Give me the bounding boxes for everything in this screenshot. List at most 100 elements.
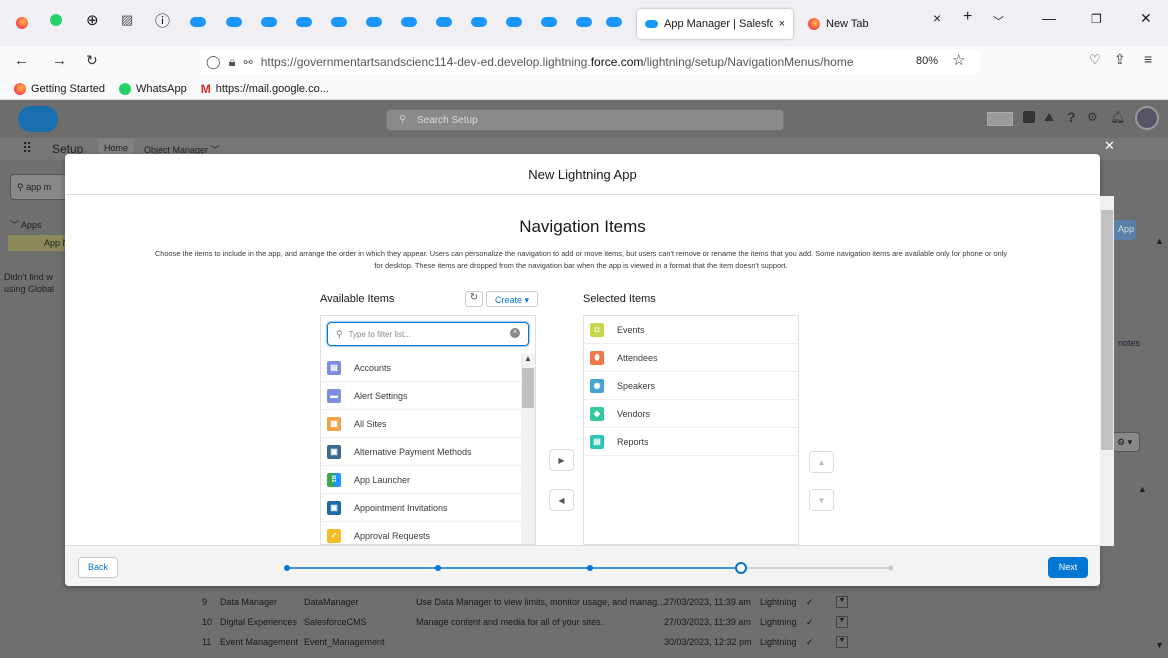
tab-close-icon[interactable]: × [779, 18, 785, 30]
salesforce-pinned-icon[interactable] [296, 17, 312, 27]
next-button[interactable]: Next [1048, 557, 1088, 578]
zoom-level[interactable]: 80% [916, 55, 938, 67]
list-item[interactable]: ▤ Accounts [321, 354, 521, 382]
salesforce-pinned-icon[interactable] [401, 17, 417, 27]
lock-icon[interactable]: 🔒︎ [229, 54, 236, 70]
app-label[interactable]: Event Management [216, 637, 304, 647]
app-launcher-icon[interactable]: ⠿ [22, 140, 32, 157]
table-row[interactable]: 10 Digital Experiences SalesforceCMS Man… [188, 612, 888, 632]
trailhead-icon[interactable]: ⛰ [1044, 110, 1054, 125]
bookmark-gmail[interactable]: Mhttps://mail.google.co... [201, 82, 329, 96]
window-close-icon[interactable]: ✕ [1140, 10, 1152, 27]
globe-pinned-icon[interactable]: ⊕ [86, 11, 99, 29]
tab-app-manager[interactable]: App Manager | Salesforc × [637, 9, 793, 39]
list-item[interactable]: ⠿ App Launcher [321, 466, 521, 494]
list-item[interactable]: ▣ Alternative Payment Methods [321, 438, 521, 466]
image-pinned-icon[interactable]: ▨ [121, 12, 133, 28]
salesforce-pinned-icon[interactable] [261, 17, 277, 27]
scroll-up-icon[interactable]: ▲ [1155, 236, 1164, 246]
bookmark-whatsapp[interactable]: WhatsApp [119, 82, 187, 95]
notes-link[interactable]: notes [1118, 338, 1140, 348]
url-bar[interactable]: ◯ 🔒︎ ⚯ https://governmentartsandscienc11… [200, 50, 980, 74]
menu-icon[interactable]: ≡ [1144, 51, 1152, 67]
move-right-button[interactable]: ▶ [549, 449, 574, 471]
new-tab-button[interactable]: + [963, 8, 972, 26]
filter-input[interactable]: ⚲ Type to filter list... × [327, 322, 529, 346]
setup-search-input[interactable]: ⚲ Search Setup [386, 109, 784, 131]
progress-step-complete[interactable] [587, 565, 593, 571]
avatar[interactable] [1135, 106, 1159, 130]
list-item[interactable]: ▦ All Sites [321, 410, 521, 438]
back-button[interactable]: Back [78, 557, 118, 578]
extensions-icon[interactable]: ⇪ [1114, 51, 1126, 68]
setup-gear-icon[interactable]: ⚙ [1087, 110, 1098, 124]
list-tabs-icon[interactable]: ﹀ [993, 13, 1004, 29]
list-item[interactable]: ▬ Alert Settings [321, 382, 521, 410]
progress-step-complete[interactable] [284, 565, 290, 571]
salesforce-pinned-icon[interactable] [331, 17, 347, 27]
reload-icon[interactable]: ↻ [86, 52, 98, 69]
notification-bell-icon[interactable]: 🔔︎ [1110, 110, 1125, 124]
salesforce-pinned-icon[interactable] [436, 17, 452, 27]
row-actions-icon[interactable]: ▼ [836, 636, 848, 648]
app-label[interactable]: Data Manager [216, 597, 304, 607]
move-up-button[interactable]: ▲ [809, 451, 834, 473]
tree-section-apps[interactable]: ﹀ Apps [10, 218, 42, 231]
row-actions-icon[interactable]: ▼ [836, 616, 848, 628]
minimize-icon[interactable]: — [1042, 10, 1056, 26]
list-item[interactable]: ✓ Approval Requests [321, 522, 521, 545]
app-label[interactable]: Digital Experiences [216, 617, 304, 627]
list-item[interactable]: ▤ Reports [584, 428, 798, 456]
table-row[interactable]: 9 Data Manager DataManager Use Data Mana… [188, 592, 888, 612]
salesforce-pinned-icon[interactable] [506, 17, 522, 27]
list-item[interactable]: ▣ Appointment Invitations [321, 494, 521, 522]
pocket-icon[interactable]: ♡ [1089, 52, 1101, 68]
table-row[interactable]: 11 Event Management Event_Management 30/… [188, 632, 888, 652]
create-dropdown-button[interactable]: Create ▾ [486, 291, 538, 307]
list-item[interactable]: ⬮ Attendees [584, 344, 798, 372]
clear-icon[interactable]: × [510, 328, 520, 338]
tab-new-tab[interactable]: New Tab [800, 9, 926, 39]
list-view-gear-icon[interactable]: ⚙ ▾ [1112, 432, 1140, 452]
whatsapp-pinned-icon[interactable] [50, 14, 62, 26]
salesforce-pinned-icon[interactable] [471, 17, 487, 27]
shield-icon[interactable]: ◯ [206, 54, 221, 70]
refresh-icon[interactable]: ↻ [465, 291, 483, 307]
scroll-down-icon[interactable]: ▼ [1155, 640, 1164, 650]
permissions-icon[interactable]: ⚯ [243, 56, 252, 69]
salesforce-pinned-icon[interactable] [541, 17, 557, 27]
favorites-icon[interactable] [987, 112, 1013, 126]
available-list-scrollbar[interactable]: ▲ [521, 354, 535, 544]
firefox-icon[interactable] [16, 17, 28, 29]
tab-close-icon[interactable]: × [933, 10, 941, 26]
scroll-up-icon[interactable]: ▲ [524, 354, 532, 363]
move-down-button[interactable]: ▼ [809, 489, 834, 511]
info-pinned-icon[interactable]: ⓘ [155, 10, 170, 31]
list-item[interactable]: ◉ Speakers [584, 372, 798, 400]
progress-step-complete[interactable] [435, 565, 441, 571]
salesforce-pinned-icon[interactable] [576, 17, 592, 27]
tree-item-app-manager[interactable]: App N [8, 235, 66, 251]
salesforce-pinned-icon[interactable] [226, 17, 242, 27]
row-actions-icon[interactable]: ▼ [836, 596, 848, 608]
back-arrow-icon[interactable]: ← [14, 52, 29, 69]
modal-scrollbar-track[interactable] [1100, 196, 1114, 546]
salesforce-pinned-icon[interactable] [190, 17, 206, 27]
scroll-up-icon[interactable]: ▲ [1138, 484, 1147, 494]
salesforce-pinned-icon[interactable] [366, 17, 382, 27]
scrollbar-thumb[interactable] [522, 368, 534, 408]
list-item[interactable]: ◘ Events [584, 316, 798, 344]
progress-step-current[interactable] [735, 562, 747, 574]
list-item[interactable]: ◆ Vendors [584, 400, 798, 428]
bookmark-star-icon[interactable]: ☆ [952, 51, 965, 69]
global-actions-icon[interactable] [1023, 111, 1035, 123]
restore-icon[interactable]: ❐ [1091, 12, 1102, 26]
forward-arrow-icon[interactable]: → [52, 52, 67, 69]
move-left-button[interactable]: ◀ [549, 489, 574, 511]
progress-step-incomplete[interactable] [888, 565, 894, 571]
modal-scrollbar-thumb[interactable] [1101, 210, 1113, 450]
bookmark-getting-started[interactable]: Getting Started [14, 82, 105, 95]
help-icon[interactable]: ? [1067, 109, 1076, 125]
salesforce-pinned-icon[interactable] [606, 17, 622, 27]
salesforce-logo-icon[interactable] [18, 106, 58, 132]
